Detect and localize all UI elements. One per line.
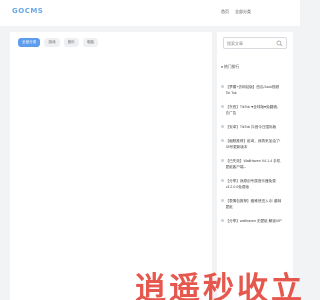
hot-item-title[interactable]: 【表情包推荐】蜘蛛侠进入🕸️ 趣味壁纸 <box>226 198 284 210</box>
category-tabs: 全部分类 游戏 音乐 电脑 <box>18 38 98 47</box>
hot-item-title[interactable]: 【分享】我原创专属音乐器免费 v3.2.0.0免费版 <box>226 178 284 190</box>
main-content-card: 全部分类 游戏 音乐 电脑 <box>10 32 212 300</box>
bullet-icon <box>221 199 224 202</box>
tab-games[interactable]: 游戏 <box>44 38 60 47</box>
tab-all-categories[interactable]: 全部分类 <box>18 38 41 47</box>
bullet-icon <box>221 105 224 108</box>
list-item[interactable]: 【梦模+仿网站版】西瓜/Jack视频Tik Tok <box>221 84 291 96</box>
list-item[interactable]: 【分享】wallhaven 无壁纸 解锁VIP <box>221 218 291 224</box>
sidebar-card: ♦ 热门排行 【梦模+仿网站版】西瓜/Jack视频Tik Tok 【东西】Tik… <box>217 32 293 300</box>
hot-item-title[interactable]: 【东西】TikTok ♥全球版♥免翻墙、去广告 <box>226 104 284 116</box>
hot-ranking-title: ♦ 热门排行 <box>221 65 240 69</box>
hot-item-title[interactable]: 【已失效】WallHaven V4.1.4 手机壁纸客户端-- <box>226 158 284 170</box>
list-item[interactable]: 【已失效】WallHaven V4.1.4 手机壁纸客户端-- <box>221 158 291 170</box>
list-item[interactable]: 【分享】我原创专属音乐器免费 v3.2.0.0免费版 <box>221 178 291 190</box>
hot-ranking-list: 【梦模+仿网站版】西瓜/Jack视频Tik Tok 【东西】TikTok ♥全球… <box>221 84 291 232</box>
nav-home-link[interactable]: 首页 <box>221 9 229 15</box>
hot-item-title[interactable]: 【安卓】TikTok 抖音今日国际版 <box>226 124 284 130</box>
hot-item-title[interactable]: 【梦模+仿网站版】西瓜/Jack视频Tik Tok <box>226 84 284 96</box>
top-header: GOCMS 首页 全部分类 <box>0 0 300 26</box>
tab-music[interactable]: 音乐 <box>63 38 79 47</box>
bullet-icon <box>221 219 224 222</box>
search-input[interactable] <box>227 38 275 49</box>
site-logo[interactable]: GOCMS <box>12 7 43 15</box>
bullet-icon <box>221 125 224 128</box>
list-item[interactable]: 【幽默推荐】纸鸢，我再来加油了! 28号更新版本 <box>221 138 291 150</box>
bullet-icon <box>221 85 224 88</box>
search-icon[interactable] <box>276 40 283 47</box>
list-item[interactable]: 【表情包推荐】蜘蛛侠进入🕸️ 趣味壁纸 <box>221 198 291 210</box>
list-item[interactable]: 【安卓】TikTok 抖音今日国际版 <box>221 124 291 130</box>
list-item[interactable]: 【东西】TikTok ♥全球版♥免翻墙、去广告 <box>221 104 291 116</box>
search-box <box>223 37 287 49</box>
tab-computer[interactable]: 电脑 <box>82 38 98 47</box>
hot-item-title[interactable]: 【分享】wallhaven 无壁纸 解锁VIP <box>226 218 284 224</box>
bullet-icon <box>221 159 224 162</box>
hot-item-title[interactable]: 【幽默推荐】纸鸢，我再来加油了! 28号更新版本 <box>226 138 284 150</box>
nav-all-categories-link[interactable]: 全部分类 <box>235 9 251 15</box>
bullet-icon <box>221 139 224 142</box>
bullet-icon <box>221 179 224 182</box>
